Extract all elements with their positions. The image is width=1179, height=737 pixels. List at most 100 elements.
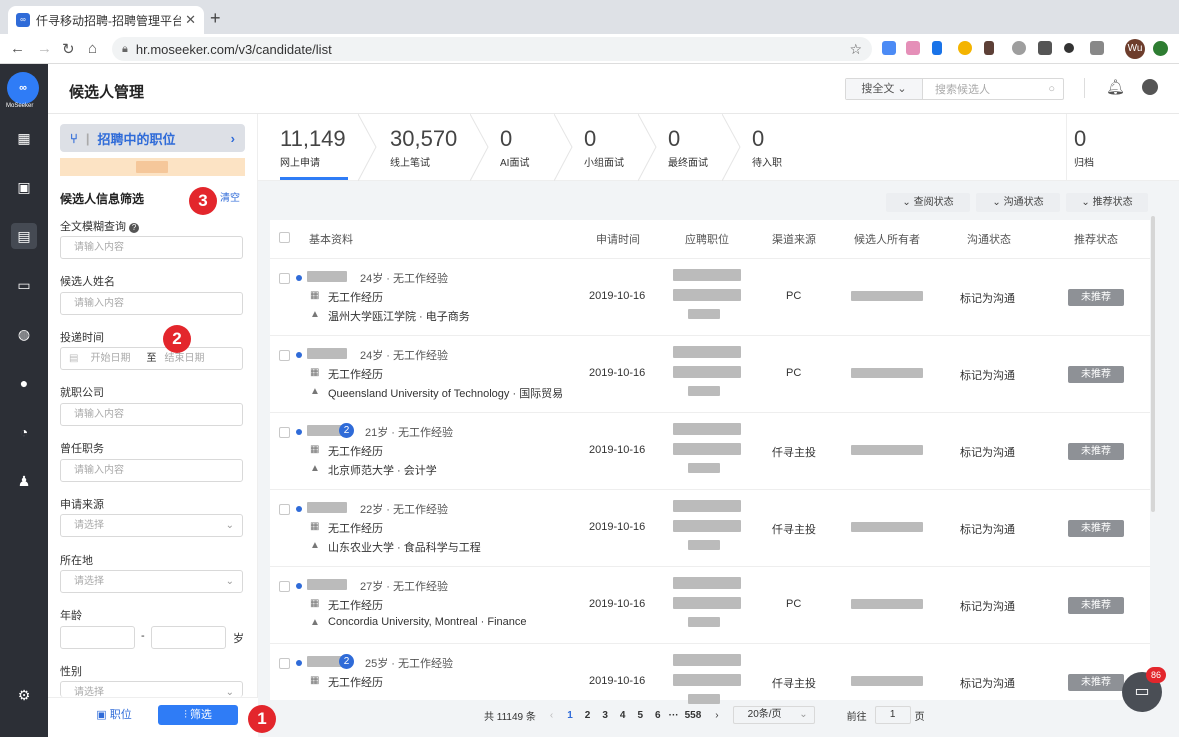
recommend-status-badge[interactable]: 未推荐 — [1068, 289, 1124, 306]
search-scope-select[interactable]: 搜全文 ⌄ — [846, 79, 923, 99]
search-input[interactable]: 搜索候选人 — [923, 81, 1048, 97]
extension-icon[interactable] — [958, 41, 972, 55]
users-icon[interactable]: ♟ — [11, 468, 37, 494]
id-card-icon[interactable]: ▭ — [11, 272, 37, 298]
table-row[interactable]: 24岁 · 无工作经验 ▦ 无工作经历 ▲ 温州大学瓯江学院 · 电子商务 2019-10… — [270, 258, 1150, 335]
page-number[interactable]: 5 — [637, 710, 643, 721]
extension-icon[interactable] — [1012, 41, 1026, 55]
camera-icon[interactable] — [1090, 41, 1104, 55]
recruiting-jobs-button[interactable]: ⑂ | 招聘中的职位 › — [60, 124, 245, 152]
channel-source: PC — [786, 367, 802, 379]
next-page-icon[interactable]: › — [715, 710, 718, 721]
recommend-status-badge[interactable]: 未推荐 — [1068, 366, 1124, 383]
user-avatar[interactable]: Wu — [1125, 39, 1145, 59]
communication-status: 标记为沟通 — [960, 293, 1015, 305]
new-tab-icon[interactable]: + — [210, 8, 221, 29]
row-checkbox[interactable] — [279, 273, 290, 284]
clear-filters-link[interactable]: 清空 — [220, 189, 240, 204]
prev-page-icon[interactable]: ‹ — [550, 710, 553, 721]
recommend-status-badge[interactable]: 未推荐 — [1068, 520, 1124, 537]
help-icon: ? — [129, 223, 140, 233]
page-number[interactable]: 6 — [655, 710, 661, 721]
candidate-name-input[interactable]: 请输入内容 — [60, 292, 243, 315]
stage-pending-onboard[interactable]: 0 待入职 — [752, 126, 782, 169]
page-number[interactable]: 3 — [602, 710, 608, 721]
recommend-status-badge[interactable]: 未推荐 — [1068, 597, 1124, 614]
extension-icon[interactable] — [882, 41, 896, 55]
recommend-status-filter[interactable]: ⌄ 推荐状态 — [1066, 193, 1148, 212]
page-number[interactable]: 558 — [685, 710, 702, 721]
row-checkbox[interactable] — [279, 350, 290, 361]
settings-gear-icon[interactable]: ⚙ — [11, 682, 37, 708]
goto-page-input[interactable]: 1 — [874, 706, 911, 724]
page-number[interactable]: 4 — [620, 710, 626, 721]
row-checkbox[interactable] — [279, 504, 290, 515]
notification-bell-icon[interactable]: 🔔︎ — [1106, 78, 1125, 96]
row-checkbox[interactable] — [279, 427, 290, 438]
apply-filter-button[interactable]: ⫶ 筛选 — [158, 705, 238, 725]
gender-select[interactable]: 请选择 ⌄ — [60, 681, 243, 698]
pie-chart-icon[interactable]: ◔ — [11, 419, 37, 445]
location-select[interactable]: 请选择 ⌄ — [60, 570, 243, 593]
job-button[interactable]: ▣ 职位 — [84, 705, 144, 725]
page-ellipsis[interactable]: ··· — [669, 710, 679, 721]
stage-online-apply[interactable]: 11,149 网上申请 — [280, 126, 346, 169]
stage-group-interview[interactable]: 0 小组面试 — [584, 126, 624, 169]
page-number[interactable]: 1 — [567, 710, 573, 721]
moseeker-logo[interactable]: ∞ — [7, 72, 39, 104]
search-icon[interactable]: ○ — [1048, 83, 1055, 95]
back-icon[interactable]: ← — [10, 40, 25, 57]
dashboard-icon[interactable]: ▦ — [11, 125, 37, 151]
stage-final-interview[interactable]: 0 最终面试 — [668, 126, 708, 169]
former-position-input[interactable]: 请输入内容 — [60, 459, 243, 482]
source-select[interactable]: 请选择 ⌄ — [60, 514, 243, 537]
row-checkbox[interactable] — [279, 581, 290, 592]
apply-date: 2019-10-16 — [589, 521, 646, 533]
home-icon[interactable]: ⌂ — [88, 40, 97, 57]
extension-icon[interactable] — [906, 41, 920, 55]
date-range-picker[interactable]: ▤ 开始日期 至 结束日期 — [60, 347, 243, 370]
reload-icon[interactable]: ↻ — [62, 40, 75, 58]
gender-label: 性别 — [60, 666, 82, 678]
table-scrollbar[interactable] — [1151, 216, 1155, 512]
stage-ai-interview[interactable]: 0 AI面试 — [500, 126, 529, 169]
location-label: 所在地 — [60, 555, 93, 567]
wechat-icon[interactable]: ◍ — [11, 321, 37, 347]
fulltext-input[interactable]: 请输入内容 — [60, 236, 243, 259]
table-row[interactable]: 27岁 · 无工作经验 ▦ 无工作经历 ▲ Concordia University, … — [270, 566, 1150, 643]
candidate-experience: 无工作经验 — [398, 427, 454, 439]
extension-icon[interactable] — [1153, 41, 1168, 56]
table-row[interactable]: 24岁 · 无工作经验 ▦ 无工作经历 ▲ Queensland University … — [270, 335, 1150, 412]
row-checkbox[interactable] — [279, 658, 290, 669]
user-profile-icon[interactable] — [1142, 79, 1158, 95]
briefcase-icon[interactable]: ▣ — [11, 174, 37, 200]
age-min-input[interactable] — [60, 626, 135, 649]
age-unit: 岁 — [233, 633, 244, 645]
recommend-status-badge[interactable]: 未推荐 — [1068, 443, 1124, 460]
company-input[interactable]: 请输入内容 — [60, 403, 243, 426]
extension-icon[interactable] — [932, 41, 942, 55]
close-tab-icon[interactable]: ✕ — [185, 12, 196, 28]
address-bar[interactable]: 🔒︎ hr.moseeker.com/v3/candidate/list ☆ — [112, 37, 872, 61]
read-status-filter[interactable]: ⌄ 查阅状态 — [886, 193, 970, 212]
page-size-select[interactable]: 20条/页 ⌄ — [732, 706, 815, 724]
stage-archived[interactable]: 0 归档 — [1074, 126, 1094, 169]
page-number[interactable]: 2 — [585, 710, 591, 721]
qr-code-icon[interactable] — [1038, 41, 1052, 55]
candidate-list-icon[interactable]: ▤ — [11, 223, 37, 249]
total-count: 共 11149 条 — [484, 711, 536, 723]
browser-tab[interactable]: ∞ 仟寻移动招聘-招聘管理平台 ✕ — [8, 6, 204, 34]
extension-icon[interactable] — [984, 41, 994, 55]
select-all-checkbox[interactable] — [279, 232, 290, 243]
stage-online-test[interactable]: 30,570 线上笔试 — [390, 126, 457, 169]
recommend-status-badge[interactable]: 未推荐 — [1068, 674, 1124, 691]
extension-icon[interactable] — [1064, 43, 1074, 53]
communication-status-filter[interactable]: ⌄ 沟通状态 — [976, 193, 1060, 212]
table-row[interactable]: 2 21岁 · 无工作经验 ▦ 无工作经历 ▲ 北京师范大学 · 会计学 2019-10-1… — [270, 412, 1150, 489]
thumbs-up-icon[interactable]: ● — [11, 370, 37, 396]
major-name: 电子商务 — [425, 311, 470, 323]
table-row[interactable]: 22岁 · 无工作经验 ▦ 无工作经历 ▲ 山东农业大学 · 食品科学与工程 2019-1… — [270, 489, 1150, 566]
bookmark-star-icon[interactable]: ☆ — [849, 41, 862, 58]
age-max-input[interactable] — [151, 626, 226, 649]
forward-icon[interactable]: → — [37, 40, 52, 57]
